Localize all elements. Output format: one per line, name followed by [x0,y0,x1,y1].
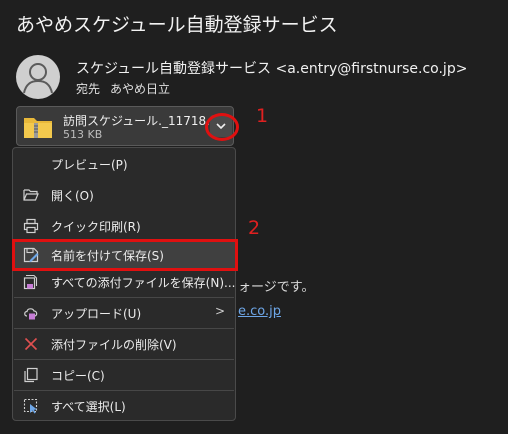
attachment-size: 513 KB [63,128,103,141]
menu-item-label: すべて選択(L) [51,400,126,414]
menu-item-select-all[interactable]: すべて選択(L) [13,393,235,419]
save-all-icon [23,274,38,290]
delete-x-icon [24,337,38,351]
attachment-card[interactable]: 訪問スケジュール._11718.zip 513 KB [16,106,234,146]
folder-open-icon [23,189,39,201]
menu-separator [14,359,234,360]
menu-item-label: 添付ファイルの削除(V) [51,338,177,352]
menu-item-quick-print[interactable]: クイック印刷(R) [13,213,235,239]
menu-separator [14,297,234,298]
menu-item-delete-attachment[interactable]: 添付ファイルの削除(V) [13,331,235,357]
attachment-context-menu: プレビュー(P) 開く(O) クイック印刷(R) 名前を付けて保存(S) すべて… [12,147,236,421]
menu-item-upload[interactable]: アップロード(U) > [13,300,235,326]
menu-separator [14,390,234,391]
annotation-highlight-box [12,239,238,271]
select-all-icon [23,398,38,414]
menu-item-label: アップロード(U) [51,307,142,321]
menu-item-label: 開く(O) [51,189,94,203]
zip-folder-icon [24,118,52,138]
submenu-arrow-icon: > [214,304,225,318]
menu-item-copy[interactable]: コピー(C) [13,362,235,388]
annotation-step-1: 1 [256,105,269,127]
body-text-fragment: ォージです。 [238,280,315,295]
attachment-filename: 訪問スケジュール._11718.zip [63,114,228,128]
email-subject: あやめスケジュール自動登録サービス [16,14,338,36]
menu-item-preview[interactable]: プレビュー(P) [13,151,235,177]
annotation-circle [205,113,239,141]
menu-item-label: コピー(C) [51,369,105,383]
menu-item-save-all[interactable]: すべての添付ファイルを保存(N)... [13,269,235,295]
copy-icon [24,367,38,383]
recipient-name[interactable]: あやめ日立 [110,82,170,96]
body-link-fragment[interactable]: e.co.jp [238,304,281,319]
menu-item-open[interactable]: 開く(O) [13,182,235,208]
to-label: 宛先 [76,82,101,96]
sender-avatar[interactable] [16,55,60,99]
printer-icon [23,218,39,234]
annotation-step-2: 2 [248,217,261,239]
recipient-row: 宛先 あやめ日立 [76,80,170,97]
menu-separator [14,328,234,329]
menu-item-label: すべての添付ファイルを保存(N)... [51,276,236,290]
sender-name[interactable]: スケジュール自動登録サービス <a.entry@firstnurse.co.jp… [76,58,467,78]
upload-icon [24,308,38,320]
menu-item-label: クイック印刷(R) [51,220,141,234]
person-icon [23,63,53,94]
menu-item-label: プレビュー(P) [51,158,128,172]
